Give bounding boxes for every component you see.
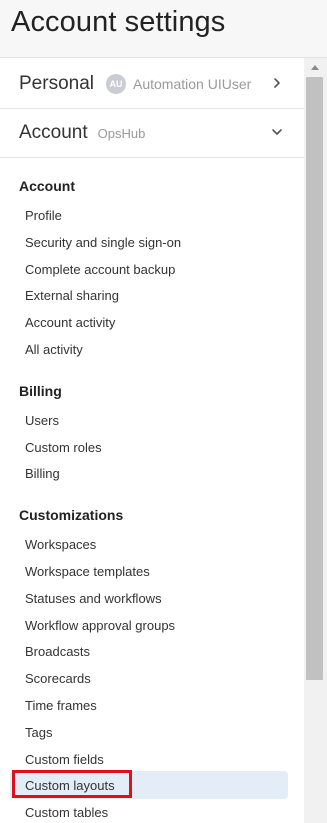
vertical-scrollbar[interactable]: [304, 58, 327, 823]
nav-item-external-sharing[interactable]: External sharing: [25, 288, 119, 303]
nav-item-statuses-workflows[interactable]: Statuses and workflows: [25, 591, 162, 606]
scroll-up-arrow-icon[interactable]: [311, 65, 319, 70]
avatar: AU: [106, 74, 126, 94]
nav-item-workspace-templates[interactable]: Workspace templates: [25, 564, 150, 579]
nav-item-workflow-approval-groups[interactable]: Workflow approval groups: [25, 618, 175, 633]
user-name: Automation UIUser: [133, 76, 252, 92]
personal-section-title: Personal: [19, 73, 94, 94]
personal-section-toggle[interactable]: Personal AU Automation UIUser: [0, 60, 304, 109]
nav-item-tags[interactable]: Tags: [25, 725, 52, 740]
nav-item-account-backup[interactable]: Complete account backup: [25, 262, 175, 277]
nav-item-workspaces[interactable]: Workspaces: [25, 537, 96, 552]
nav-item-scorecards[interactable]: Scorecards: [25, 671, 91, 686]
nav-item-billing[interactable]: Billing: [25, 466, 60, 481]
chevron-right-icon: [274, 78, 280, 88]
page-header: Account settings: [0, 0, 327, 58]
scrollbar-thumb[interactable]: [306, 77, 323, 680]
nav-item-profile[interactable]: Profile: [25, 208, 62, 223]
customizations-group-heading: Customizations: [19, 507, 124, 523]
page-title: Account settings: [11, 6, 226, 38]
account-section-toggle[interactable]: Account OpsHub: [0, 109, 304, 158]
nav-item-custom-fields[interactable]: Custom fields: [25, 752, 104, 767]
account-section-title: Account: [19, 122, 88, 143]
account-group-heading: Account: [19, 178, 75, 194]
selection-focus-outline: [12, 770, 132, 798]
settings-panel: Personal AU Automation UIUser Account Op…: [0, 58, 304, 823]
nav-item-custom-tables[interactable]: Custom tables: [25, 805, 108, 820]
billing-group-heading: Billing: [19, 383, 62, 399]
nav-item-broadcasts[interactable]: Broadcasts: [25, 644, 90, 659]
organization-name: OpsHub: [97, 125, 146, 141]
nav-item-users[interactable]: Users: [25, 413, 59, 428]
nav-item-time-frames[interactable]: Time frames: [25, 698, 97, 713]
chevron-down-icon: [272, 129, 282, 135]
nav-item-security-sso[interactable]: Security and single sign-on: [25, 235, 181, 250]
nav-item-account-activity[interactable]: Account activity: [25, 315, 115, 330]
nav-item-all-activity[interactable]: All activity: [25, 342, 83, 357]
nav-item-custom-roles[interactable]: Custom roles: [25, 440, 102, 455]
